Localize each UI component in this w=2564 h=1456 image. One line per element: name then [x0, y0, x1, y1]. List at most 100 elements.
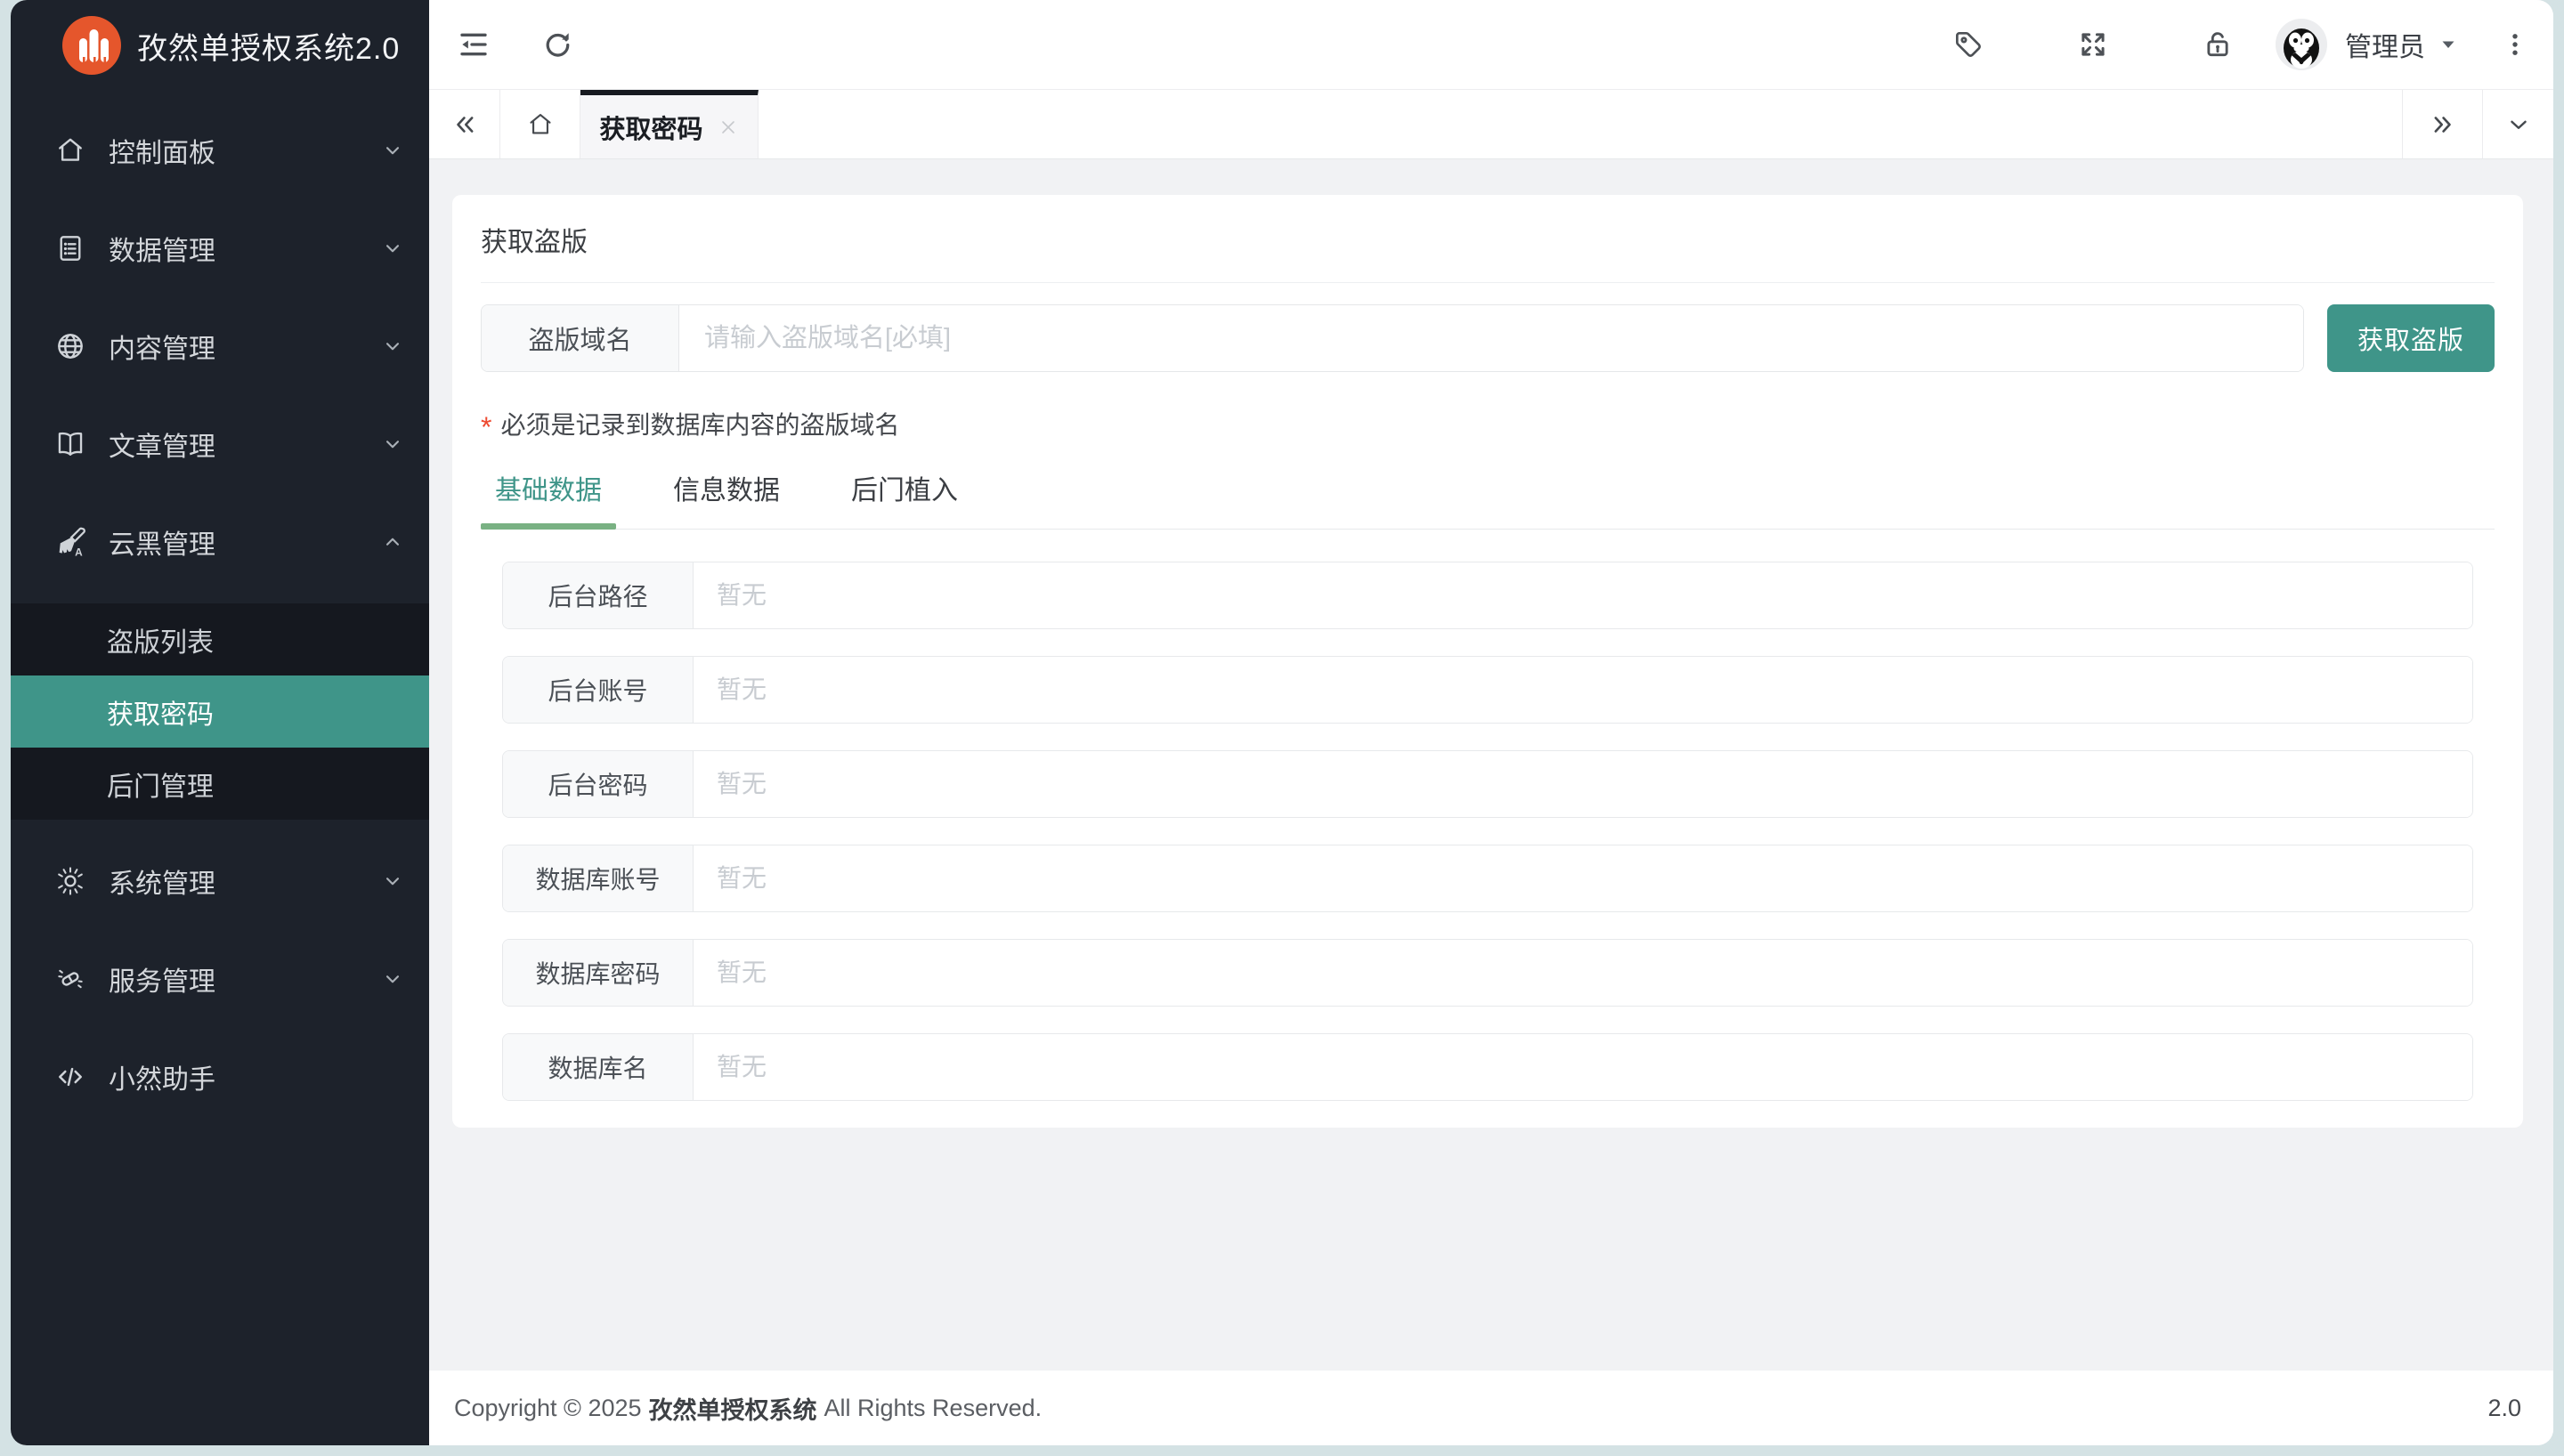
- brush-icon: A: [53, 525, 87, 559]
- data-tabs: 基础数据 信息数据 后门植入: [481, 468, 2495, 530]
- sidebar-item-label: 云黑管理: [109, 522, 215, 562]
- caret-down-icon: [2438, 34, 2459, 55]
- get-pirate-button[interactable]: 获取盗版: [2327, 304, 2495, 372]
- tab-basic-data[interactable]: 基础数据: [481, 468, 616, 529]
- sidebar-item-label: 服务管理: [109, 959, 215, 999]
- page-tab-bar: 获取密码: [429, 90, 2553, 159]
- sidebar-item-article-management[interactable]: 文章管理: [11, 408, 429, 481]
- sidebar-item-service-management[interactable]: 服务管理: [11, 942, 429, 1015]
- form-row: 后台路径: [502, 562, 2473, 629]
- sidebar-item-system-management[interactable]: 系统管理: [11, 845, 429, 918]
- sidebar-subitem-label: 盗版列表: [107, 620, 214, 659]
- copyright-suffix: All Rights Reserved.: [824, 1395, 1043, 1422]
- form-row: 数据库密码: [502, 939, 2473, 1007]
- document-icon: [53, 231, 87, 265]
- code-icon: [53, 1060, 87, 1094]
- tab-actions-dropdown-button[interactable]: [2482, 90, 2553, 158]
- form-row: 数据库账号: [502, 845, 2473, 912]
- field-label: 数据库密码: [503, 940, 694, 1006]
- copyright-brand: 孜然单授权系统: [649, 1391, 817, 1426]
- sidebar-item-cloud-black-management[interactable]: A 云黑管理: [11, 506, 429, 578]
- book-icon: [53, 427, 87, 461]
- backend-path-input[interactable]: [694, 562, 2472, 628]
- chevrons-left-icon: [451, 111, 478, 138]
- basic-data-form: 后台路径 后台账号 后台密码 数据库账号: [502, 562, 2473, 1101]
- pirate-domain-input[interactable]: [679, 305, 2303, 371]
- sidebar-item-label: 内容管理: [109, 327, 215, 366]
- field-label: 后台密码: [503, 751, 694, 817]
- toolbar-right-cluster: 管理员: [1951, 19, 2530, 70]
- tab-get-password[interactable]: 获取密码: [580, 90, 759, 158]
- top-toolbar: 管理员: [429, 0, 2553, 90]
- form-row: 后台账号: [502, 656, 2473, 724]
- required-note: * 必须是记录到数据库内容的盗版域名: [481, 406, 2495, 441]
- sidebar: 孜然单授权系统2.0 控制面板: [11, 0, 429, 1445]
- field-label: 后台账号: [503, 657, 694, 723]
- service-icon: [53, 962, 87, 996]
- app-logo-icon: [62, 16, 121, 75]
- sidebar-subitem-label: 后门管理: [107, 764, 214, 804]
- gear-icon: [53, 864, 87, 898]
- tab-label: 获取密码: [599, 109, 702, 146]
- app-window: 孜然单授权系统2.0 控制面板: [11, 0, 2553, 1445]
- backend-password-input[interactable]: [694, 751, 2472, 817]
- chevron-down-icon: [381, 237, 404, 260]
- tabs-scroll-left-button[interactable]: [429, 90, 500, 158]
- field-label: 数据库名: [503, 1034, 694, 1100]
- field-label: 数据库账号: [503, 845, 694, 911]
- pirate-domain-input-group: 盗版域名: [481, 304, 2304, 372]
- unlock-icon[interactable]: [2201, 28, 2235, 61]
- close-icon[interactable]: [718, 117, 739, 138]
- kebab-menu-icon[interactable]: [2500, 29, 2530, 60]
- chevron-up-icon: [381, 530, 404, 554]
- qq-penguin-avatar[interactable]: [2276, 19, 2327, 70]
- refresh-icon[interactable]: [541, 28, 574, 61]
- sidebar-subitem-label: 获取密码: [107, 692, 214, 732]
- sidebar-item-label: 系统管理: [109, 861, 215, 901]
- backend-account-input[interactable]: [694, 657, 2472, 723]
- user-name: 管理员: [2345, 25, 2425, 64]
- collapse-sidebar-icon[interactable]: [456, 27, 491, 62]
- sidebar-item-xiaoran-assistant[interactable]: 小然助手: [11, 1040, 429, 1113]
- chevron-down-icon: [2505, 111, 2532, 138]
- chevron-down-icon: [381, 433, 404, 456]
- database-password-input[interactable]: [694, 940, 2472, 1006]
- chevron-down-icon: [381, 139, 404, 162]
- card-title: 获取盗版: [481, 195, 2495, 283]
- required-asterisk: *: [481, 406, 491, 441]
- svg-text:A: A: [75, 546, 83, 559]
- globe-icon: [53, 329, 87, 363]
- pirate-domain-query-row: 盗版域名 获取盗版: [481, 304, 2495, 372]
- sidebar-item-data-management[interactable]: 数据管理: [11, 212, 429, 285]
- field-label: 后台路径: [503, 562, 694, 628]
- tab-backdoor-implant[interactable]: 后门植入: [837, 468, 972, 529]
- sidebar-subitem-backdoor-management[interactable]: 后门管理: [11, 748, 429, 820]
- sidebar-item-content-management[interactable]: 内容管理: [11, 310, 429, 383]
- main-area: 管理员: [429, 0, 2553, 1445]
- page-footer: Copyright © 2025 孜然单授权系统 All Rights Rese…: [429, 1371, 2553, 1445]
- form-row: 后台密码: [502, 750, 2473, 818]
- copyright-prefix: Copyright © 2025: [454, 1395, 642, 1422]
- database-name-input[interactable]: [694, 1034, 2472, 1100]
- fullscreen-icon[interactable]: [2076, 28, 2110, 61]
- database-account-input[interactable]: [694, 845, 2472, 911]
- user-menu[interactable]: 管理员: [2345, 25, 2459, 64]
- pirate-domain-label: 盗版域名: [482, 305, 679, 371]
- sidebar-subitem-get-password[interactable]: 获取密码: [11, 675, 429, 748]
- sidebar-item-label: 数据管理: [109, 229, 215, 268]
- home-tab[interactable]: [500, 90, 580, 158]
- tabs-scroll-right-button[interactable]: [2402, 90, 2482, 158]
- footer-version: 2.0: [2487, 1395, 2521, 1422]
- chevron-down-icon: [381, 335, 404, 358]
- app-title: 孜然单授权系统2.0: [137, 24, 400, 68]
- chevrons-right-icon: [2430, 111, 2456, 138]
- home-icon: [53, 133, 87, 167]
- sidebar-item-label: 小然助手: [109, 1057, 215, 1096]
- sidebar-subitem-pirate-list[interactable]: 盗版列表: [11, 603, 429, 675]
- tabbar-spacer: [759, 90, 2402, 158]
- tag-icon[interactable]: [1951, 28, 1985, 61]
- required-note-text: 必须是记录到数据库内容的盗版域名: [500, 406, 899, 441]
- tab-info-data[interactable]: 信息数据: [659, 468, 794, 529]
- form-row: 数据库名: [502, 1033, 2473, 1101]
- sidebar-item-control-panel[interactable]: 控制面板: [11, 114, 429, 187]
